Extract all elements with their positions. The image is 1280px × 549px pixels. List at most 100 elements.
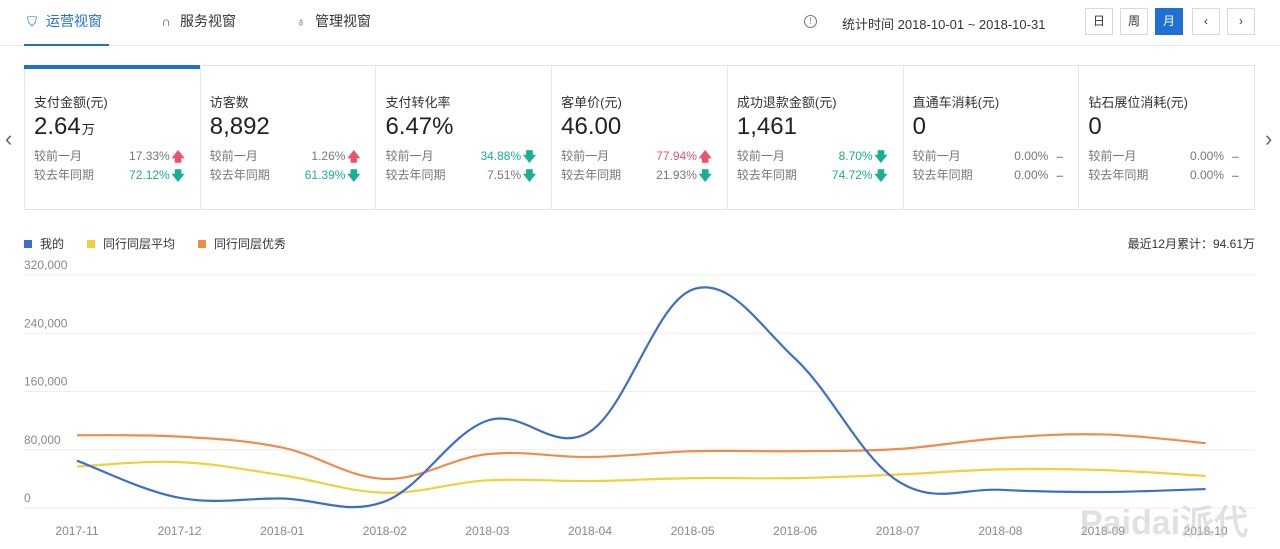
compare-label: 较去年同期 <box>912 168 973 182</box>
period-day-button[interactable]: 日 <box>1085 8 1113 35</box>
compare-percent: 61.39% <box>304 168 346 182</box>
compare-label: 较前一月 <box>209 149 258 163</box>
metric-card[interactable]: 访客数 8,892 较前一月 1.26% 🡅 较去年同期 61.39% 🡇 <box>201 66 377 209</box>
legend-swatch <box>87 239 96 248</box>
metric-card[interactable]: 成功退款金额(元) 1,461 较前一月 8.70% 🡇 较去年同期 74.72% 🡇 <box>728 66 904 209</box>
tab-label: 服务视窗 <box>180 13 236 29</box>
medal-icon: ♁ <box>296 14 306 29</box>
metric-card[interactable]: 直通车消耗(元) 0 较前一月 0.00% – 较去年同期 0.00% – <box>904 66 1080 209</box>
metric-value-number: 8,892 <box>209 113 270 140</box>
chart-legend: 我的 同行同层平均 同行同层优秀 <box>24 235 309 252</box>
compare-label: 较前一月 <box>561 149 610 163</box>
compare-row-year: 较去年同期 61.39% 🡇 <box>210 166 368 185</box>
arrow-down-icon: 🡇 <box>347 168 361 183</box>
period-month-button[interactable]: 月 <box>1155 8 1183 35</box>
metric-value-unit: 万 <box>81 122 95 137</box>
legend-label: 同行同层优秀 <box>214 237 287 251</box>
compare-percent: 77.94% <box>656 149 697 163</box>
dash-icon: – <box>1231 149 1240 164</box>
x-tick-label: 2018-06 <box>773 524 817 538</box>
metric-card[interactable]: 支付转化率 6.47% 较前一月 34.88% 🡇 较去年同期 7.51% 🡇 <box>376 66 553 209</box>
compare-percent: 7.51% <box>487 168 522 182</box>
metric-value: 6.47% <box>385 113 543 147</box>
x-tick-label: 2018-04 <box>568 524 612 538</box>
compare-percent: 0.00% <box>1190 168 1225 182</box>
cards-next-arrow[interactable]: › <box>1265 126 1272 152</box>
y-tick-label: 240,000 <box>24 316 68 330</box>
legend-swatch <box>198 239 207 248</box>
y-tick-label: 160,000 <box>24 375 68 389</box>
tab-operations[interactable]: ⛉ 运营视窗 <box>24 0 109 46</box>
watermark-logo: Paidai派代 <box>1080 504 1249 542</box>
metric-value: 0 <box>1088 113 1246 147</box>
arrow-down-icon: 🡇 <box>698 168 712 183</box>
compare-row-year: 较去年同期 0.00% – <box>1088 166 1246 185</box>
arrow-down-icon: 🡇 <box>874 149 888 164</box>
dash-icon: – <box>1056 168 1064 183</box>
top-bar: ⛉ 运营视窗 ∩ 服务视窗 ♁ 管理视窗 ! 统计时间 2018-10-01 ~ 20… <box>0 0 1280 46</box>
compare-row-month: 较前一月 0.00% – <box>913 147 1071 166</box>
legend-label: 同行同层平均 <box>103 237 176 251</box>
compare-row-year: 较去年同期 7.51% 🡇 <box>385 166 543 185</box>
info-icon[interactable]: ! <box>804 15 817 28</box>
compare-percent: 34.88% <box>480 149 522 163</box>
arrow-up-icon: 🡅 <box>347 149 361 164</box>
compare-percent: 17.33% <box>129 149 170 163</box>
arrow-down-icon: 🡇 <box>522 168 537 183</box>
compare-label: 较去年同期 <box>385 168 446 182</box>
compare-label: 较去年同期 <box>34 168 95 182</box>
chevron-left-icon: ‹ <box>5 126 13 151</box>
arrow-up-icon: 🡅 <box>698 149 712 164</box>
metric-title: 访客数 <box>209 95 249 110</box>
compare-row-month: 较前一月 0.00% – <box>1088 147 1246 166</box>
period-week-button[interactable]: 周 <box>1120 8 1148 35</box>
compare-label: 较去年同期 <box>1088 168 1149 182</box>
legend-item[interactable]: 同行同层平均 <box>87 235 175 252</box>
compare-percent: 1.26% <box>311 149 346 163</box>
metric-value-number: 2.64 <box>34 113 81 140</box>
compare-label: 较前一月 <box>1088 149 1137 163</box>
prev-period-button[interactable]: ‹ <box>1192 8 1220 35</box>
metric-title: 客单价(元) <box>561 95 622 110</box>
metric-value: 0 <box>913 113 1071 147</box>
legend-item[interactable]: 我的 <box>24 235 64 252</box>
compare-label: 较去年同期 <box>561 168 622 182</box>
x-tick-label: 2018-08 <box>978 524 1022 538</box>
metric-card[interactable]: 支付金额(元) 2.64万 较前一月 17.33% 🡅 较去年同期 72.12% 🡇 <box>24 65 201 209</box>
series-line <box>76 460 1206 494</box>
compare-percent: 8.70% <box>838 149 873 163</box>
compare-row-year: 较去年同期 21.93% 🡇 <box>561 166 719 185</box>
tab-management[interactable]: ♁ 管理视窗 <box>293 0 371 46</box>
next-period-button[interactable]: › <box>1227 8 1255 35</box>
metric-value: 1,461 <box>737 113 895 147</box>
y-tick-label: 320,000 <box>24 258 68 272</box>
compare-row-month: 较前一月 17.33% 🡅 <box>34 147 192 166</box>
compare-row-year: 较去年同期 74.72% 🡇 <box>737 166 895 185</box>
compare-label: 较前一月 <box>385 149 434 163</box>
compare-percent: 72.12% <box>129 168 170 182</box>
metric-title: 支付金额(元) <box>34 95 108 110</box>
metric-value: 2.64万 <box>34 113 192 147</box>
metric-value: 8,892 <box>210 113 368 147</box>
metric-card[interactable]: 钻石展位消耗(元) 0 较前一月 0.00% – 较去年同期 0.00% – <box>1079 66 1254 209</box>
cards-prev-arrow[interactable]: ‹ <box>5 126 12 152</box>
series-line <box>76 286 1206 509</box>
compare-row-month: 较前一月 34.88% 🡇 <box>385 147 543 166</box>
compare-percent: 21.93% <box>656 168 697 182</box>
compare-percent: 0.00% <box>1190 149 1225 163</box>
arrow-up-icon: 🡅 <box>171 149 185 164</box>
compare-row-year: 较去年同期 72.12% 🡇 <box>34 166 192 185</box>
dash-icon: – <box>1056 149 1064 164</box>
compare-percent: 74.72% <box>831 168 873 182</box>
series-line <box>76 433 1206 480</box>
tab-service[interactable]: ∩ 服务视窗 <box>158 0 236 46</box>
x-tick-label: 2018-03 <box>465 524 509 538</box>
arrow-down-icon: 🡇 <box>874 168 888 183</box>
metric-card[interactable]: 客单价(元) 46.00 较前一月 77.94% 🡅 较去年同期 21.93% 🡇 <box>552 66 728 209</box>
legend-item[interactable]: 同行同层优秀 <box>198 235 286 252</box>
compare-row-month: 较前一月 8.70% 🡇 <box>737 147 895 166</box>
stat-time-range: 统计时间 2018-10-01 ~ 2018-10-31 <box>842 17 1046 32</box>
x-tick-label: 2017-11 <box>55 524 98 538</box>
legend-label: 我的 <box>40 237 65 251</box>
compare-label: 较去年同期 <box>736 168 797 182</box>
